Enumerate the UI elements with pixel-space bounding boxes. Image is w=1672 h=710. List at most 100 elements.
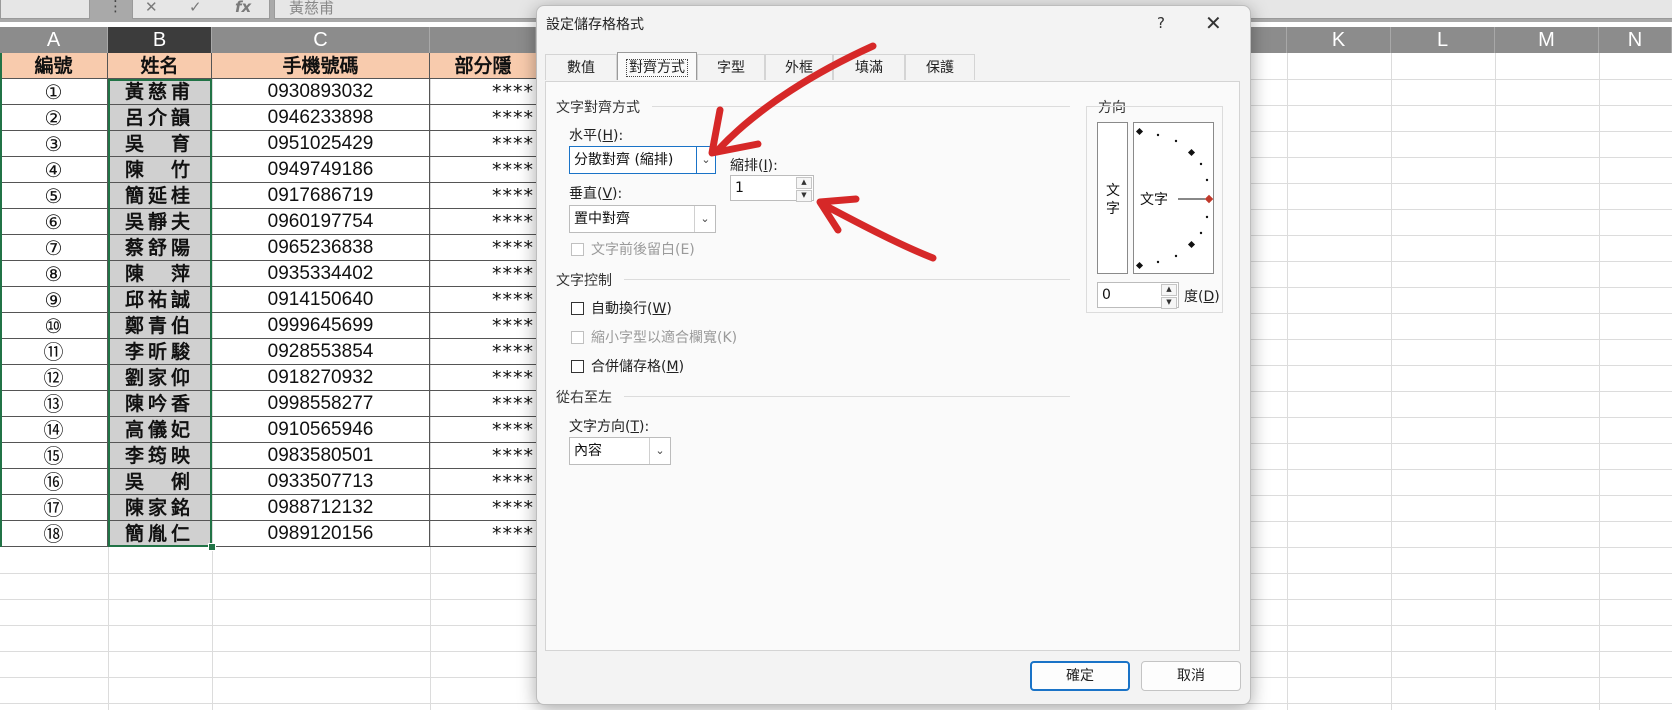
cell-name[interactable]: 鄭青伯: [108, 313, 212, 339]
fill-handle[interactable]: [208, 543, 216, 551]
cell-index[interactable]: ⑰: [0, 495, 108, 521]
cell-index[interactable]: ⑤: [0, 183, 108, 209]
cell-phone[interactable]: 0917686719: [212, 183, 430, 209]
cell-name[interactable]: 劉家仰: [108, 365, 212, 391]
tab-fill[interactable]: 填滿: [833, 54, 905, 80]
cell-phone[interactable]: 0910565946: [212, 417, 430, 443]
column-header-n[interactable]: N: [1599, 27, 1672, 53]
cell-name[interactable]: 黃慈甫: [108, 79, 212, 105]
cell-phone[interactable]: 0949749186: [212, 157, 430, 183]
cell-index[interactable]: ⑩: [0, 313, 108, 339]
cell-masked[interactable]: ****: [430, 157, 536, 183]
spin-down-icon[interactable]: ▼: [796, 190, 812, 202]
cell-name[interactable]: 陳 竹: [108, 157, 212, 183]
cell-phone[interactable]: 0988712132: [212, 495, 430, 521]
tab-number[interactable]: 數值: [545, 54, 617, 80]
cell-phone[interactable]: 0935334402: [212, 261, 430, 287]
column-header-d[interactable]: [430, 27, 536, 53]
cell-masked[interactable]: ****: [430, 521, 536, 547]
cell-masked[interactable]: ****: [430, 313, 536, 339]
cell-index[interactable]: ⑯: [0, 469, 108, 495]
indent-spinner[interactable]: 1 ▲ ▼: [730, 175, 814, 202]
cell-masked[interactable]: ****: [430, 365, 536, 391]
cell-phone[interactable]: 0998558277: [212, 391, 430, 417]
degrees-spinner[interactable]: 0 ▲ ▼: [1097, 282, 1179, 309]
cell-name[interactable]: 吳靜夫: [108, 209, 212, 235]
cell-masked[interactable]: ****: [430, 105, 536, 131]
spin-down-icon[interactable]: ▼: [1161, 297, 1177, 309]
enter-icon[interactable]: ✓: [189, 0, 202, 16]
column-header-m[interactable]: M: [1495, 27, 1599, 53]
cell-index[interactable]: ②: [0, 105, 108, 131]
cell-index[interactable]: ③: [0, 131, 108, 157]
cell-masked[interactable]: ****: [430, 391, 536, 417]
cell-name[interactable]: 簡胤仁: [108, 521, 212, 547]
cell-name[interactable]: 吳 俐: [108, 469, 212, 495]
cell-masked[interactable]: ****: [430, 235, 536, 261]
cell-phone[interactable]: 0965236838: [212, 235, 430, 261]
cell-masked[interactable]: ****: [430, 443, 536, 469]
cell-masked[interactable]: ****: [430, 287, 536, 313]
cell-phone[interactable]: 0918270932: [212, 365, 430, 391]
cancel-button[interactable]: 取消: [1141, 661, 1241, 691]
cell-masked[interactable]: ****: [430, 417, 536, 443]
cell-name[interactable]: 陳 萍: [108, 261, 212, 287]
horizontal-dropdown[interactable]: 分散對齊 (縮排) ⌄: [569, 146, 716, 174]
cell-masked[interactable]: ****: [430, 131, 536, 157]
cell-index[interactable]: ①: [0, 79, 108, 105]
cell-phone[interactable]: 0933507713: [212, 469, 430, 495]
text-direction-dropdown[interactable]: 內容 ⌄: [569, 437, 671, 465]
tab-border[interactable]: 外框: [765, 54, 833, 80]
cell-masked[interactable]: ****: [430, 339, 536, 365]
column-header-l[interactable]: L: [1391, 27, 1495, 53]
cell-name[interactable]: 李昕駿: [108, 339, 212, 365]
cell-index[interactable]: ④: [0, 157, 108, 183]
cell-name[interactable]: 陳家銘: [108, 495, 212, 521]
cell-index[interactable]: ⑧: [0, 261, 108, 287]
cell-index[interactable]: ⑥: [0, 209, 108, 235]
cell-name[interactable]: 陳吟香: [108, 391, 212, 417]
cell-masked[interactable]: ****: [430, 183, 536, 209]
cell-phone[interactable]: 0989120156: [212, 521, 430, 547]
cancel-icon[interactable]: ✕: [145, 0, 158, 16]
shrink-to-fit-checkbox[interactable]: [571, 331, 584, 344]
cell-index[interactable]: ⑦: [0, 235, 108, 261]
cell-phone[interactable]: 0960197754: [212, 209, 430, 235]
cell-masked[interactable]: ****: [430, 469, 536, 495]
cell-masked[interactable]: ****: [430, 209, 536, 235]
more-options-icon[interactable]: ⋮: [108, 0, 123, 15]
merge-cells-checkbox[interactable]: [571, 360, 584, 373]
cell-index[interactable]: ⑬: [0, 391, 108, 417]
cell-phone[interactable]: 0928553854: [212, 339, 430, 365]
column-header-j[interactable]: [1249, 27, 1287, 53]
cell-name[interactable]: 蔡舒陽: [108, 235, 212, 261]
column-header-k[interactable]: K: [1287, 27, 1391, 53]
chevron-down-icon[interactable]: ⌄: [694, 206, 715, 232]
wrap-text-checkbox[interactable]: [571, 302, 584, 315]
cell-masked[interactable]: ****: [430, 495, 536, 521]
spin-up-icon[interactable]: ▲: [796, 177, 812, 189]
vertical-text-toggle[interactable]: 文字: [1097, 122, 1128, 274]
spin-up-icon[interactable]: ▲: [1161, 284, 1177, 296]
orientation-dial[interactable]: 文字: [1133, 122, 1214, 274]
cell-phone[interactable]: 0999645699: [212, 313, 430, 339]
cell-index[interactable]: ⑪: [0, 339, 108, 365]
column-header-b[interactable]: B: [108, 27, 212, 53]
tab-font[interactable]: 字型: [697, 54, 765, 80]
cell-name[interactable]: 吳 育: [108, 131, 212, 157]
help-button[interactable]: ?: [1157, 14, 1165, 32]
chevron-down-icon[interactable]: ⌄: [696, 146, 716, 174]
cell-name[interactable]: 邱祐誠: [108, 287, 212, 313]
cell-index[interactable]: ⑮: [0, 443, 108, 469]
close-icon[interactable]: ✕: [1205, 11, 1222, 35]
cell-masked[interactable]: ****: [430, 79, 536, 105]
cell-phone[interactable]: 0946233898: [212, 105, 430, 131]
ok-button[interactable]: 確定: [1030, 661, 1130, 691]
header-cell-masked[interactable]: 部分隱: [430, 53, 536, 79]
cell-index[interactable]: ⑨: [0, 287, 108, 313]
tab-alignment[interactable]: 對齊方式: [617, 52, 697, 80]
fx-icon[interactable]: fx: [235, 0, 251, 16]
cell-name[interactable]: 呂介韻: [108, 105, 212, 131]
cell-name[interactable]: 高儀妃: [108, 417, 212, 443]
cell-name[interactable]: 簡延桂: [108, 183, 212, 209]
